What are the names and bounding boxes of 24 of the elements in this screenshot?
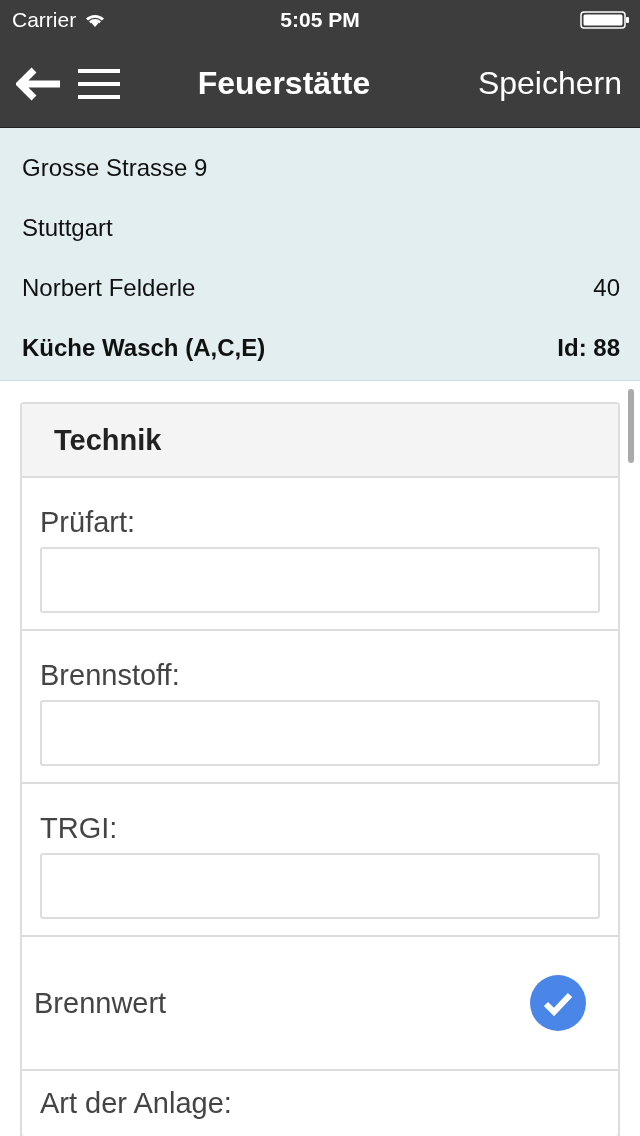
field-label: Prüfart: [40, 506, 137, 539]
field-label: TRGI: [40, 812, 119, 845]
carrier-label: Carrier [12, 8, 77, 32]
battery-icon [580, 10, 630, 30]
field-label: Brennstoff: [40, 659, 181, 692]
id-text: Id: 88 [557, 334, 620, 362]
input-field[interactable] [40, 853, 600, 919]
input-field[interactable] [40, 547, 600, 613]
city-text: Stuttgart [22, 214, 113, 242]
checkbox[interactable] [530, 975, 586, 1031]
checkbox-label: Brennwert [34, 986, 167, 1020]
street-text: Grosse Strasse 9 [22, 154, 208, 182]
input-field[interactable] [40, 700, 600, 766]
owner-number: 40 [593, 274, 620, 302]
menu-icon[interactable] [78, 67, 120, 100]
back-arrow-icon[interactable] [16, 66, 62, 101]
wifi-icon [84, 12, 107, 28]
field-label: Art der Anlage: [40, 1087, 233, 1120]
status-time: 5:05 PM [280, 8, 360, 32]
screen-title: Feuerstätte [196, 65, 372, 102]
save-button[interactable]: Speichern [477, 65, 622, 102]
section-title: Technik [54, 423, 162, 457]
location-text: Küche Wasch (A,C,E) [22, 334, 266, 362]
owner-name: Norbert Felderle [22, 274, 196, 302]
